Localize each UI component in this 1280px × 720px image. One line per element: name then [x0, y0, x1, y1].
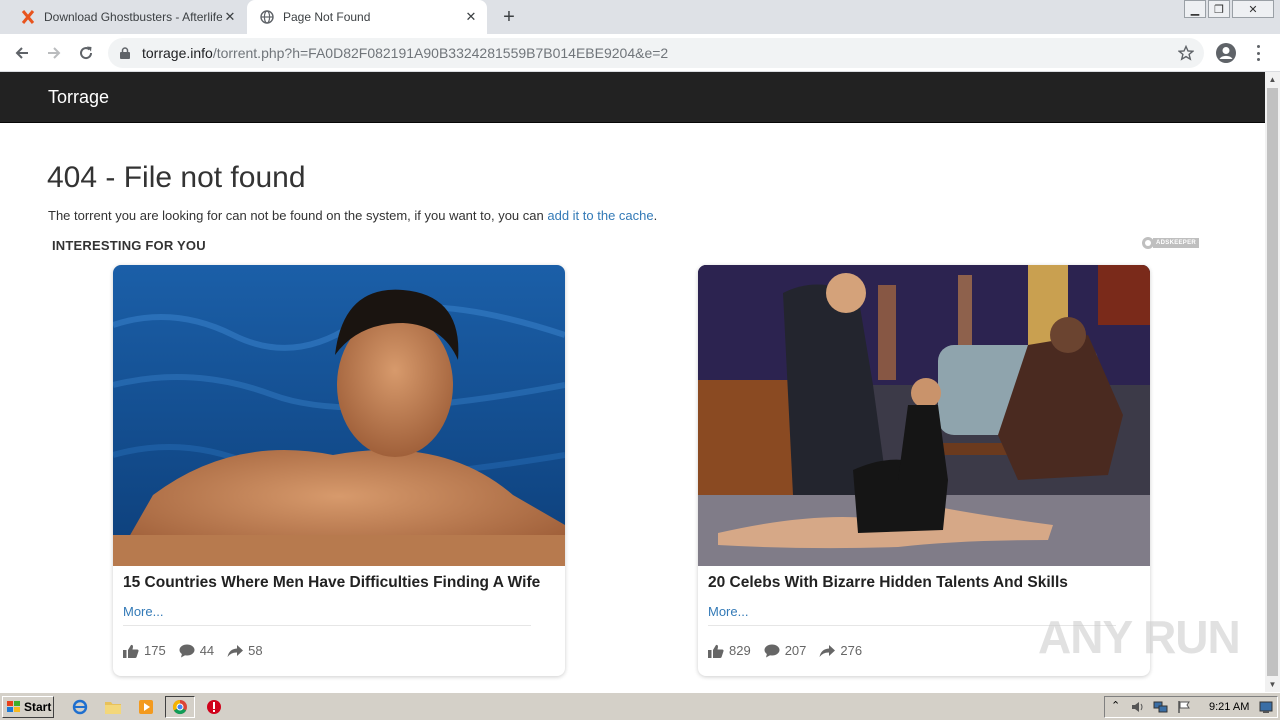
shares-count: 276: [840, 643, 863, 658]
media-player-icon[interactable]: [137, 698, 155, 716]
card-stats: 829 207 276: [708, 643, 875, 658]
card-title[interactable]: 20 Celebs With Bizarre Hidden Talents An…: [708, 574, 1068, 592]
comment-bubble-icon: [179, 644, 195, 657]
recommendation-card[interactable]: 15 Countries Where Men Have Difficulties…: [113, 265, 565, 676]
adskeeper-logo[interactable]: ADSKEEPER: [1141, 236, 1200, 250]
error-message: The torrent you are looking for can not …: [48, 208, 657, 223]
internet-explorer-icon[interactable]: [71, 698, 89, 716]
system-tray: ⌃ 9:21 AM: [1104, 696, 1278, 718]
card-image-pool-man[interactable]: [113, 265, 565, 566]
url-domain: torrage.info: [142, 45, 213, 61]
scrollbar-thumb[interactable]: [1267, 88, 1278, 676]
volume-icon[interactable]: [1131, 700, 1145, 719]
card-more-link[interactable]: More...: [123, 604, 163, 619]
tab-close-icon[interactable]: ✕: [222, 9, 238, 25]
likes-count: 175: [144, 643, 166, 658]
minimize-icon[interactable]: ▁: [1184, 0, 1206, 18]
profile-avatar-icon[interactable]: [1215, 42, 1237, 64]
page-scrollbar[interactable]: ▲ ▼: [1265, 72, 1280, 692]
anyrun-watermark: ANY RUN: [1038, 611, 1241, 663]
site-brand-link[interactable]: Torrage: [48, 87, 109, 108]
shares-stat: 276: [819, 643, 862, 658]
tab-page-not-found[interactable]: Page Not Found ✕: [247, 0, 487, 34]
share-arrow-icon: [819, 644, 836, 657]
window-close-icon[interactable]: ✕: [1232, 0, 1274, 18]
url-text: torrage.info/torrent.php?h=FA0D82F082191…: [142, 45, 668, 61]
new-tab-icon[interactable]: +: [498, 6, 520, 28]
site-navbar: Torrage: [0, 72, 1265, 123]
tab-ghostbusters[interactable]: Download Ghostbusters - Afterlife (2 ✕: [8, 0, 246, 34]
forward-arrow-icon[interactable]: [42, 41, 66, 65]
likes-stat: 175: [123, 643, 166, 658]
globe-icon: [259, 9, 275, 25]
start-button[interactable]: Start: [2, 696, 54, 718]
adskeeper-label: ADSKEEPER: [1153, 238, 1200, 248]
card-more-link[interactable]: More...: [708, 604, 748, 619]
restore-icon[interactable]: ❐: [1208, 0, 1230, 18]
chrome-taskbar-icon[interactable]: [165, 696, 195, 718]
add-to-cache-link[interactable]: add it to the cache: [547, 208, 653, 223]
url-path: /torrent.php?h=FA0D82F082191A90B33242815…: [212, 45, 669, 61]
windows-logo-icon: [7, 701, 20, 712]
scroll-down-icon[interactable]: ▼: [1265, 677, 1280, 692]
menu-dots-icon[interactable]: [1252, 43, 1264, 63]
card-image-talk-show[interactable]: [698, 265, 1150, 566]
likes-stat: 829: [708, 643, 751, 658]
shares-stat: 58: [227, 643, 263, 658]
error-message-end: .: [653, 208, 658, 223]
share-arrow-icon: [227, 644, 244, 657]
x-favicon-icon: [20, 9, 36, 25]
address-bar[interactable]: torrage.info/torrent.php?h=FA0D82F082191…: [108, 38, 1204, 68]
windows-taskbar: Start ⌃ 9:21 AM: [0, 692, 1280, 720]
thumbs-up-icon: [708, 644, 724, 658]
page-title: 404 - File not found: [47, 161, 306, 194]
action-center-flag-icon[interactable]: [1177, 700, 1191, 719]
comments-stat: 207: [764, 643, 807, 658]
browser-toolbar: torrage.info/torrent.php?h=FA0D82F082191…: [0, 34, 1280, 72]
comments-count: 44: [199, 643, 215, 658]
back-arrow-icon[interactable]: [10, 41, 34, 65]
reload-icon[interactable]: [74, 41, 98, 65]
tab-close-icon[interactable]: ✕: [463, 9, 479, 25]
bookmark-star-icon[interactable]: [1177, 44, 1195, 66]
card-title[interactable]: 15 Countries Where Men Have Difficulties…: [123, 574, 540, 592]
tab-title: Download Ghostbusters - Afterlife (2: [44, 10, 222, 24]
tab-title: Page Not Found: [283, 10, 371, 24]
card-stats: 175 44 58: [123, 643, 276, 658]
card-divider: [123, 625, 531, 626]
page-viewport: Torrage 404 - File not found The torrent…: [0, 72, 1265, 692]
opera-icon[interactable]: [205, 698, 223, 716]
recommendations-heading: INTERESTING FOR YOU: [52, 238, 206, 253]
tab-strip: Download Ghostbusters - Afterlife (2 ✕ P…: [0, 0, 1280, 34]
shares-count: 58: [248, 643, 263, 658]
lock-icon[interactable]: [120, 47, 132, 59]
comment-bubble-icon: [764, 644, 780, 657]
taskbar-clock[interactable]: 9:21 AM: [1209, 701, 1249, 713]
error-message-text: The torrent you are looking for can not …: [48, 208, 548, 223]
network-icon[interactable]: [1153, 700, 1169, 719]
file-explorer-icon[interactable]: [104, 698, 122, 716]
thumbs-up-icon: [123, 644, 139, 658]
tray-expand-icon[interactable]: ⌃: [1111, 699, 1120, 712]
likes-count: 829: [729, 643, 751, 658]
start-label: Start: [24, 700, 52, 714]
scroll-up-icon[interactable]: ▲: [1265, 72, 1280, 87]
show-desktop-icon[interactable]: [1259, 700, 1273, 719]
comments-count: 207: [784, 643, 807, 658]
comments-stat: 44: [179, 643, 214, 658]
